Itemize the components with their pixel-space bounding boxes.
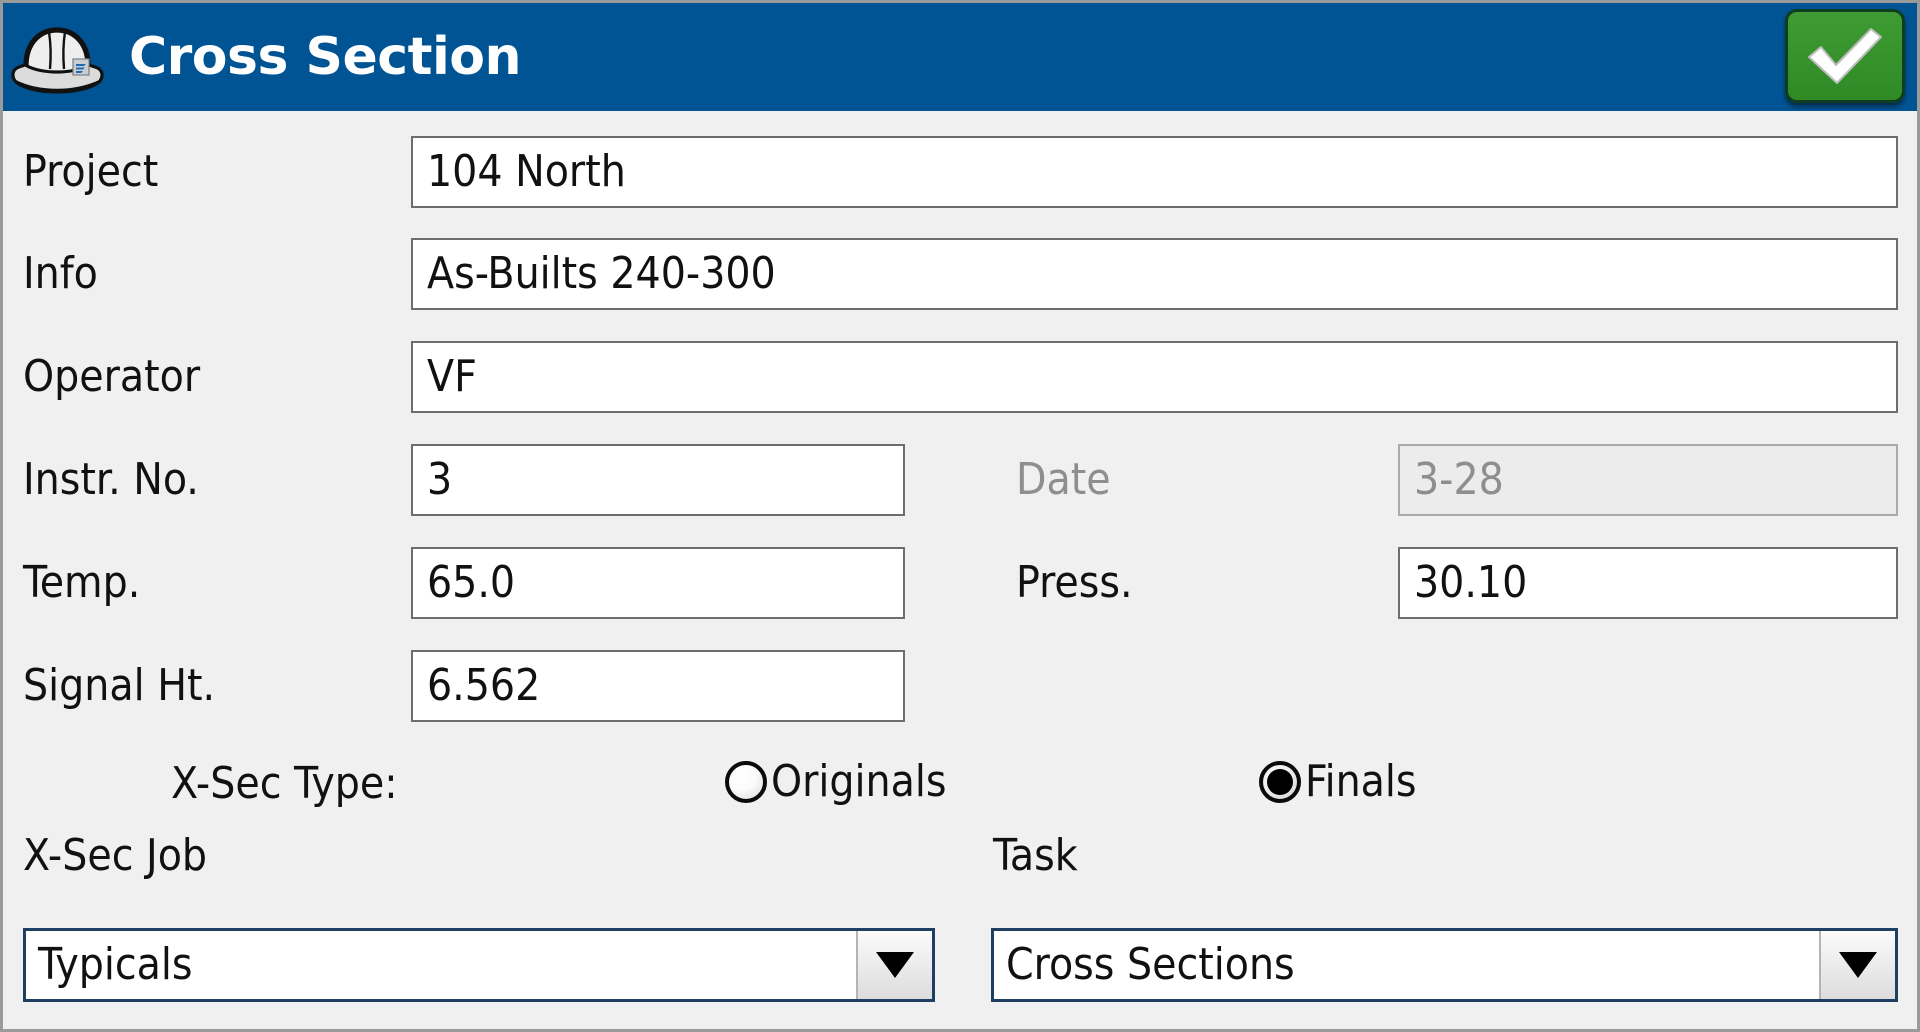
checkmark-icon [1808,28,1882,84]
form-row-temp-press: Temp. 65.0 Press. 30.10 [3,547,1917,619]
xsec-type-label: X-Sec Type: [171,758,398,809]
instrument-number-label: Instr. No. [23,454,199,505]
signal-height-label: Signal Ht. [23,660,216,711]
task-dropdown[interactable]: Cross Sections [991,928,1898,1002]
instrument-number-input[interactable]: 3 [411,444,905,516]
cross-section-window: Cross Section Project 104 North Info As-… [0,0,1920,1032]
operator-label: Operator [23,351,201,402]
date-input: 3-28 [1398,444,1898,516]
info-input[interactable]: As-Builts 240-300 [411,238,1898,310]
form-row-operator: Operator VF [3,341,1917,413]
form-row-instrument-date: Instr. No. 3 Date 3-28 [3,444,1917,516]
operator-input[interactable]: VF [411,341,1898,413]
task-label: Task [993,830,1078,881]
project-input[interactable]: 104 North [411,136,1898,208]
chevron-down-icon [1839,952,1877,978]
radio-originals-label[interactable]: Originals [771,760,947,804]
radio-originals-icon[interactable] [725,761,767,803]
form-area: Project 104 North Info As-Builts 240-300… [3,111,1917,1029]
radio-finals-label[interactable]: Finals [1305,760,1417,804]
signal-height-input[interactable]: 6.562 [411,650,905,722]
xsec-type-row: X-Sec Type: Originals Finals [3,756,1917,816]
chevron-down-icon [876,952,914,978]
radio-option-originals[interactable]: Originals [725,760,947,804]
radio-finals-icon[interactable] [1259,761,1301,803]
xsec-job-dropdown[interactable]: Typicals [23,928,935,1002]
task-value: Cross Sections [1006,939,1295,990]
xsec-job-label: X-Sec Job [23,830,208,881]
xsec-job-dropdown-arrow[interactable] [856,931,932,999]
confirm-button[interactable] [1785,9,1905,103]
xsec-job-value: Typicals [38,939,193,990]
date-label: Date [1016,454,1111,505]
task-dropdown-arrow[interactable] [1819,931,1895,999]
page-title: Cross Section [129,27,522,87]
temperature-input[interactable]: 65.0 [411,547,905,619]
radio-option-finals[interactable]: Finals [1259,760,1417,804]
pressure-input[interactable]: 30.10 [1398,547,1898,619]
temperature-label: Temp. [23,557,141,608]
form-row-info: Info As-Builts 240-300 [3,238,1917,310]
pressure-label: Press. [1016,557,1133,608]
form-row-signal-height: Signal Ht. 6.562 [3,650,1917,722]
form-row-project: Project 104 North [3,136,1917,208]
info-label: Info [23,248,98,299]
title-bar: Cross Section [3,3,1917,111]
project-label: Project [23,146,159,197]
hard-hat-icon [11,27,104,94]
